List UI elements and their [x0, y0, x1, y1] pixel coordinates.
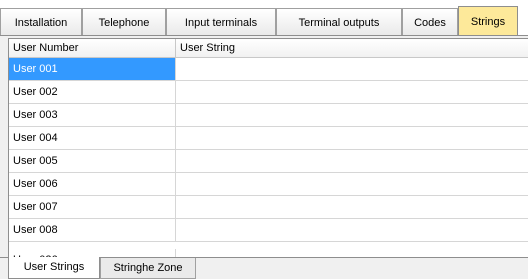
user-strings-table: User Number User String User 001 User 00…: [8, 38, 528, 258]
user-string-cell[interactable]: [176, 150, 528, 172]
user-number-cell[interactable]: User 002: [9, 81, 176, 103]
tab-label: Telephone: [98, 16, 150, 29]
table-row[interactable]: User 026: [9, 242, 528, 258]
tab-label: User Strings: [23, 261, 85, 273]
tab-bar-divider: [0, 35, 528, 36]
tab-label: Input terminals: [184, 16, 258, 29]
user-string-cell[interactable]: [176, 242, 528, 258]
user-string-cell[interactable]: [176, 104, 528, 126]
table-row[interactable]: User 006: [9, 173, 528, 196]
top-tab-bar: Installation Telephone Input terminals T…: [0, 0, 528, 36]
tab-input-terminals[interactable]: Input terminals: [166, 8, 276, 36]
table-header: User Number User String: [9, 39, 528, 58]
table-row[interactable]: User 001: [9, 58, 528, 81]
user-string-cell[interactable]: [176, 173, 528, 195]
tab-label: Terminal outputs: [298, 16, 380, 29]
user-number-cell[interactable]: User 003: [9, 104, 176, 126]
table-row[interactable]: User 004: [9, 127, 528, 150]
table-row[interactable]: User 007: [9, 196, 528, 219]
column-header-user-number[interactable]: User Number: [9, 39, 176, 57]
tab-user-strings[interactable]: User Strings: [8, 257, 100, 279]
tab-telephone[interactable]: Telephone: [82, 8, 166, 36]
tab-terminal-outputs[interactable]: Terminal outputs: [276, 8, 402, 36]
tab-label: Stringhe Zone: [113, 262, 183, 274]
tab-label: Installation: [14, 16, 68, 29]
user-number-cell[interactable]: User 006: [9, 173, 176, 195]
tab-codes[interactable]: Codes: [402, 8, 458, 36]
table-row[interactable]: User 002: [9, 81, 528, 104]
user-string-cell[interactable]: [176, 196, 528, 218]
column-header-user-string[interactable]: User String: [176, 39, 528, 57]
user-number-cell[interactable]: User 005: [9, 150, 176, 172]
user-number-cell[interactable]: User 004: [9, 127, 176, 149]
user-string-cell[interactable]: [176, 127, 528, 149]
tab-label: Strings: [470, 15, 506, 28]
tab-label: Codes: [414, 16, 446, 29]
user-number-cell[interactable]: User 001: [9, 58, 176, 80]
table-row[interactable]: User 003: [9, 104, 528, 127]
table-row[interactable]: User 008: [9, 219, 528, 242]
user-number-cell[interactable]: User 007: [9, 196, 176, 218]
user-string-cell[interactable]: [176, 58, 528, 80]
bottom-tab-bar: User Strings Stringhe Zone: [0, 257, 528, 279]
tab-strings[interactable]: Strings: [458, 6, 518, 36]
user-string-cell[interactable]: [176, 81, 528, 103]
tab-installation[interactable]: Installation: [0, 8, 82, 36]
table-row[interactable]: User 005: [9, 150, 528, 173]
user-number-cell[interactable]: User 008: [9, 219, 176, 241]
user-string-cell[interactable]: [176, 219, 528, 241]
tab-stringhe-zone[interactable]: Stringhe Zone: [100, 258, 196, 279]
